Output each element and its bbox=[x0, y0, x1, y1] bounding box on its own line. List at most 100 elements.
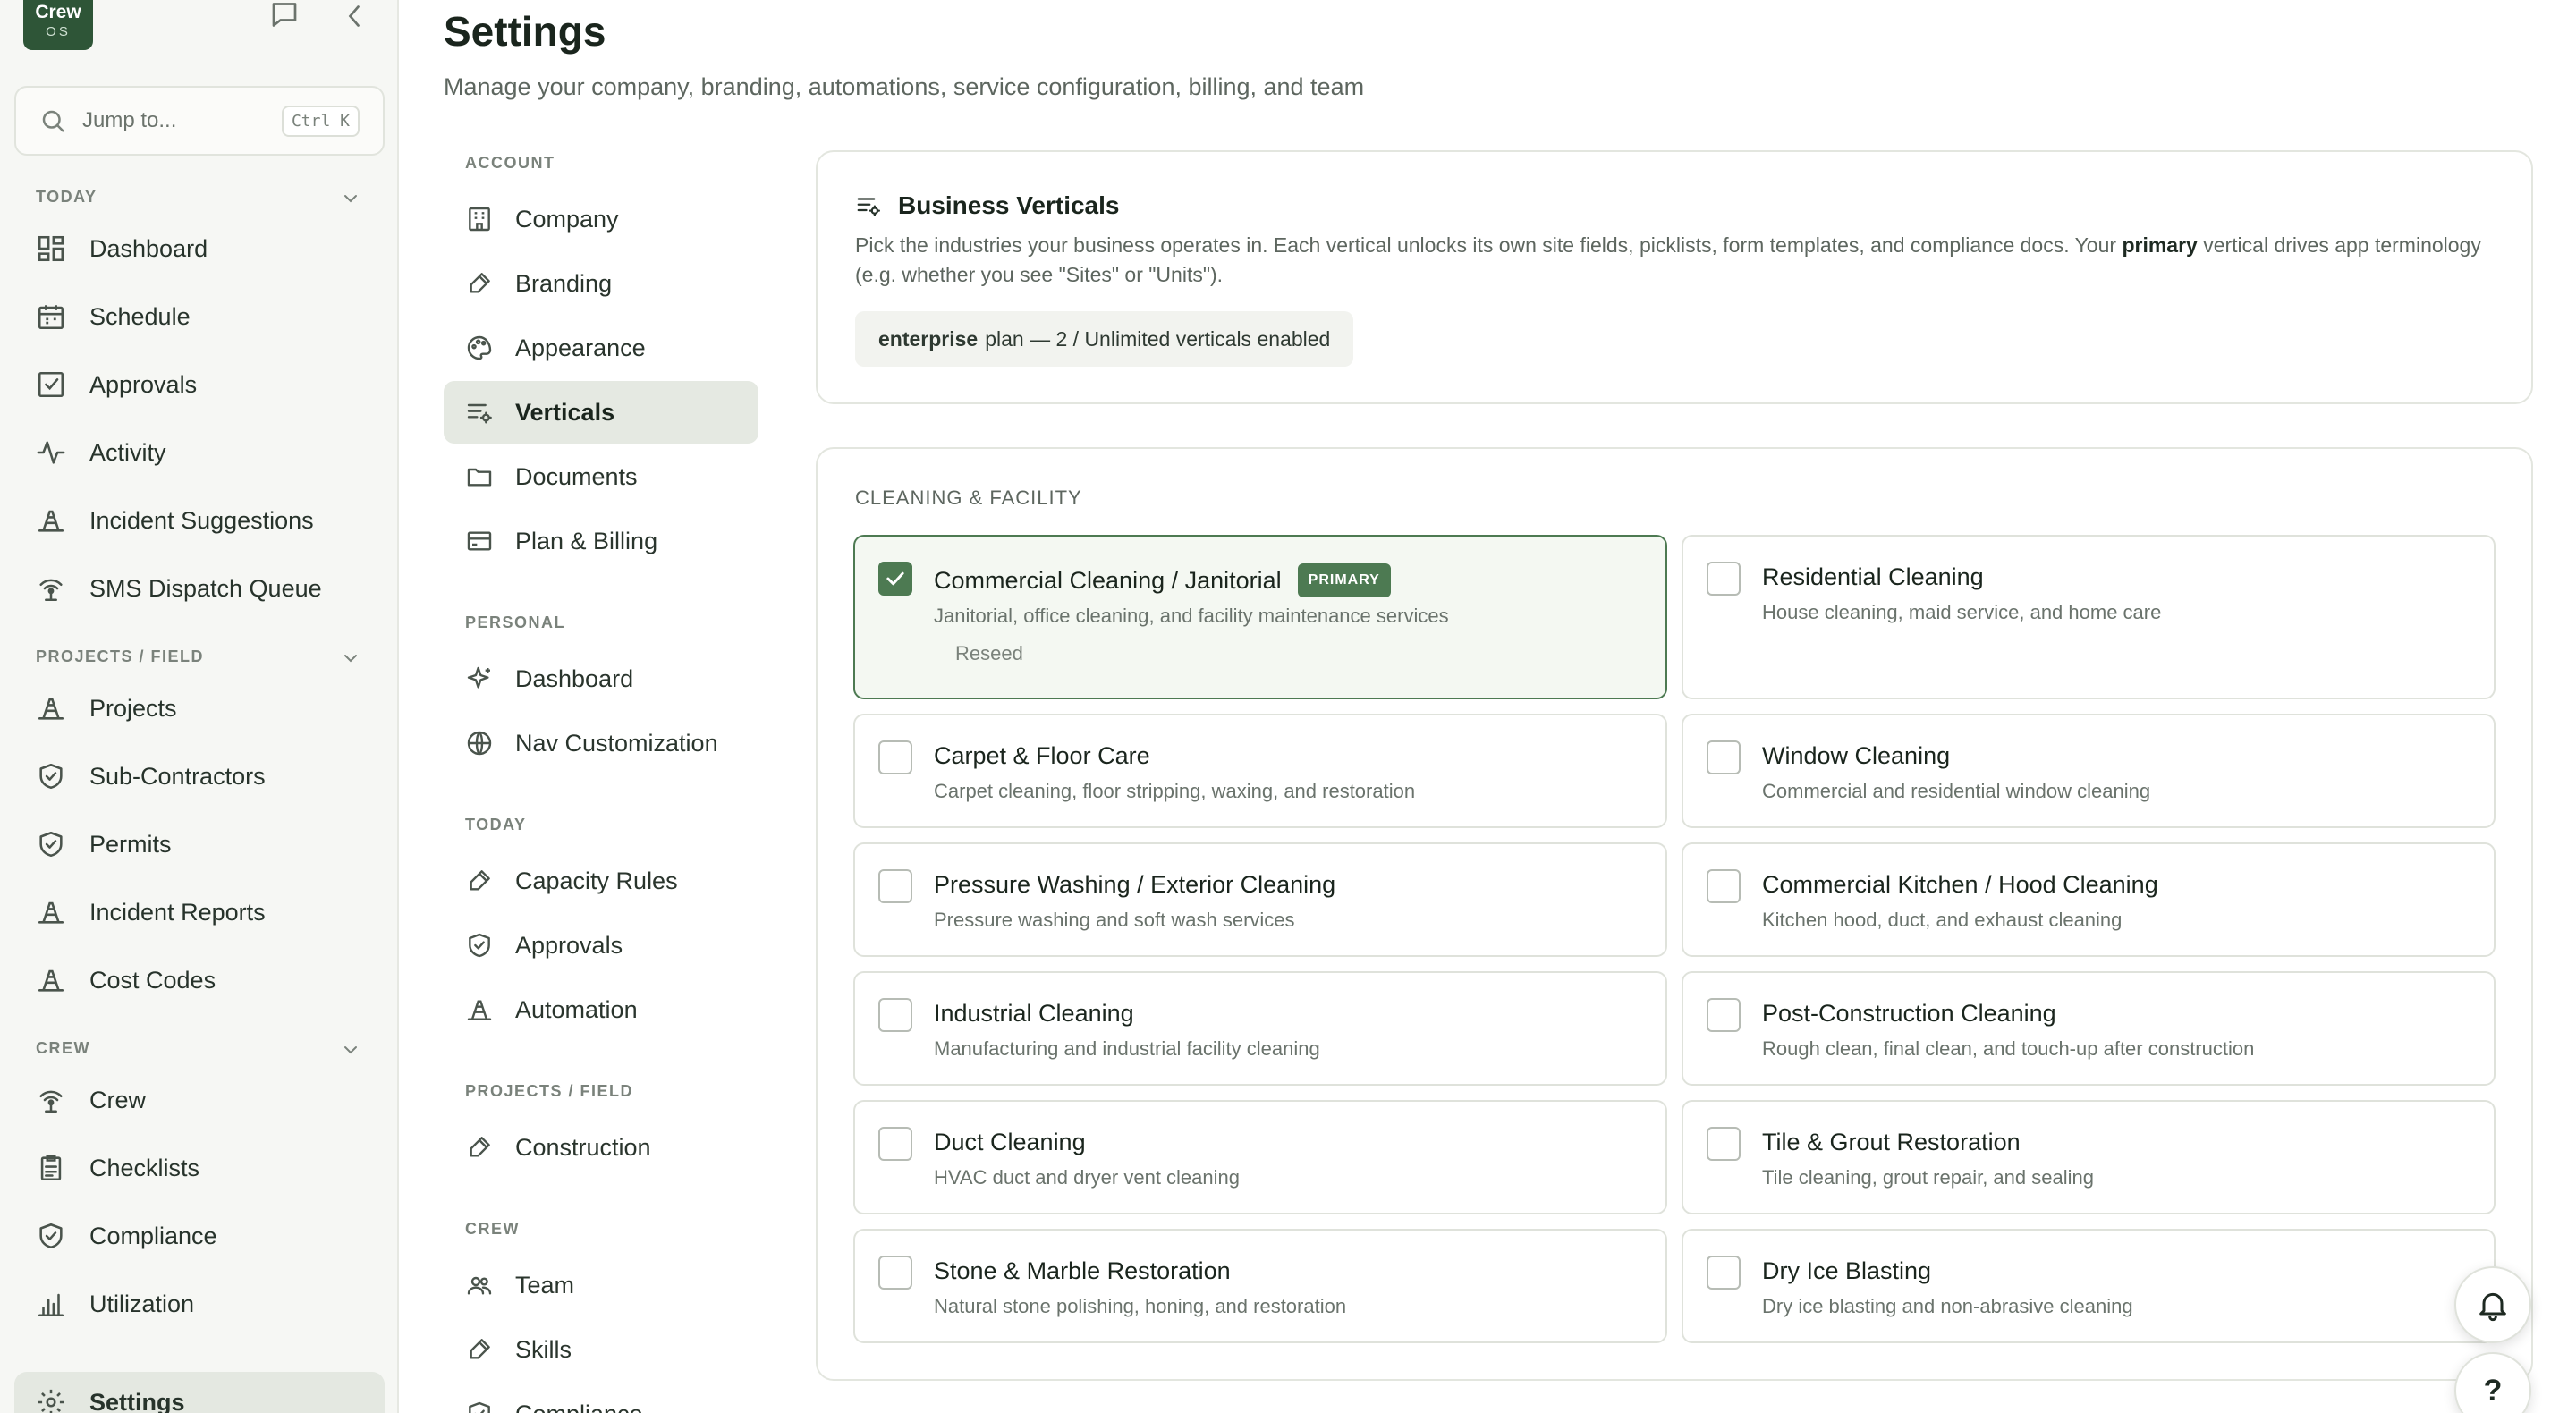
checkbox[interactable] bbox=[878, 1256, 912, 1290]
settings-item-compliance[interactable]: Compliance bbox=[444, 1383, 758, 1413]
settings-item-approvals[interactable]: Approvals bbox=[444, 914, 758, 977]
vertical-tile-pressure-washing[interactable]: Pressure Washing / Exterior Cleaning Pre… bbox=[853, 842, 1667, 957]
sidebar-item-utilization[interactable]: Utilization bbox=[14, 1273, 385, 1334]
vertical-tile-commercial-cleaning[interactable]: Commercial Cleaning / Janitorial PRIMARY … bbox=[853, 535, 1667, 699]
sidebar-item-cost-codes[interactable]: Cost Codes bbox=[14, 950, 385, 1011]
sidebar-section-crew: CREW bbox=[36, 1039, 90, 1057]
vertical-tile-stone-marble[interactable]: Stone & Marble Restoration Natural stone… bbox=[853, 1229, 1667, 1343]
checkbox[interactable] bbox=[878, 998, 912, 1032]
chat-icon[interactable] bbox=[268, 0, 301, 32]
clipboard-icon bbox=[36, 1153, 66, 1183]
checkbox[interactable] bbox=[1707, 1256, 1741, 1290]
sidebar-item-label: Approvals bbox=[89, 370, 198, 398]
vertical-tile-post-construction[interactable]: Post-Construction Cleaning Rough clean, … bbox=[1682, 971, 2496, 1086]
settings-item-appearance[interactable]: Appearance bbox=[444, 317, 758, 379]
vertical-desc: Dry ice blasting and non-abrasive cleani… bbox=[1762, 1295, 2133, 1317]
checkbox[interactable] bbox=[1707, 740, 1741, 774]
sidebar-item-label: Crew bbox=[89, 1086, 147, 1113]
sidebar-item-crew[interactable]: Crew bbox=[14, 1070, 385, 1130]
checkbox[interactable] bbox=[1707, 998, 1741, 1032]
jump-to-search[interactable]: Jump to... Ctrl K bbox=[14, 86, 385, 156]
vertical-tile-kitchen-hood-cleaning[interactable]: Commercial Kitchen / Hood Cleaning Kitch… bbox=[1682, 842, 2496, 957]
checkbox[interactable] bbox=[1707, 869, 1741, 903]
sidebar-item-sub-contractors[interactable]: Sub-Contractors bbox=[14, 746, 385, 807]
sidebar-item-approvals[interactable]: Approvals bbox=[14, 354, 385, 415]
settings-item-label: Plan & Billing bbox=[515, 527, 658, 554]
vertical-tile-window-cleaning[interactable]: Window Cleaning Commercial and residenti… bbox=[1682, 714, 2496, 828]
sparkle-icon bbox=[465, 664, 494, 693]
sidebar-item-activity[interactable]: Activity bbox=[14, 422, 385, 483]
vertical-title-text: Commercial Cleaning / Janitorial bbox=[934, 566, 1282, 594]
vertical-title: Pressure Washing / Exterior Cleaning bbox=[934, 871, 1336, 898]
checkbox[interactable] bbox=[1707, 562, 1741, 596]
vertical-tile-dry-ice-blasting[interactable]: Dry Ice Blasting Dry ice blasting and no… bbox=[1682, 1229, 2496, 1343]
settings-item-automation[interactable]: Automation bbox=[444, 978, 758, 1041]
chevron-down-icon[interactable] bbox=[340, 647, 361, 669]
sidebar-item-dashboard[interactable]: Dashboard bbox=[14, 218, 385, 279]
checkbox[interactable] bbox=[878, 869, 912, 903]
settings-item-branding[interactable]: Branding bbox=[444, 252, 758, 315]
globe-icon bbox=[465, 729, 494, 757]
checkbox[interactable] bbox=[878, 1127, 912, 1161]
collapse-sidebar-icon[interactable] bbox=[338, 0, 370, 32]
card-header: Business Verticals bbox=[855, 191, 1119, 220]
settings-item-plan-billing[interactable]: Plan & Billing bbox=[444, 510, 758, 572]
vertical-title: Industrial Cleaning bbox=[934, 1000, 1134, 1027]
logo-text: Crew bbox=[35, 2, 81, 22]
vertical-tile-carpet-floor-care[interactable]: Carpet & Floor Care Carpet cleaning, flo… bbox=[853, 714, 1667, 828]
plan-text: plan — 2 / Unlimited verticals enabled bbox=[985, 326, 1331, 351]
chevron-down-icon[interactable] bbox=[340, 188, 361, 209]
checkbox[interactable] bbox=[1707, 1127, 1741, 1161]
vertical-desc: Rough clean, final clean, and touch-up a… bbox=[1762, 1037, 2255, 1060]
sidebar-item-checklists[interactable]: Checklists bbox=[14, 1138, 385, 1198]
cone-icon bbox=[36, 693, 66, 723]
cone-icon bbox=[36, 897, 66, 927]
vertical-title: Carpet & Floor Care bbox=[934, 742, 1150, 769]
sidebar-item-settings[interactable]: Settings bbox=[14, 1372, 385, 1413]
desc-bold: primary bbox=[2122, 233, 2198, 257]
sidebar-item-label: Utilization bbox=[89, 1290, 195, 1317]
settings-item-label: Nav Customization bbox=[515, 729, 718, 757]
vertical-tile-duct-cleaning[interactable]: Duct Cleaning HVAC duct and dryer vent c… bbox=[853, 1100, 1667, 1214]
sidebar-item-incident-reports[interactable]: Incident Reports bbox=[14, 882, 385, 943]
shield-icon bbox=[36, 761, 66, 791]
building-icon bbox=[465, 205, 494, 233]
settings-item-company[interactable]: Company bbox=[444, 188, 758, 250]
settings-item-label: Compliance bbox=[515, 1400, 643, 1413]
shield-icon bbox=[465, 1400, 494, 1413]
settings-item-label: Dashboard bbox=[515, 664, 634, 692]
settings-item-capacity-rules[interactable]: Capacity Rules bbox=[444, 850, 758, 912]
notifications-button[interactable] bbox=[2454, 1266, 2531, 1343]
vertical-tile-industrial-cleaning[interactable]: Industrial Cleaning Manufacturing and in… bbox=[853, 971, 1667, 1086]
wrench-icon bbox=[465, 1133, 494, 1162]
settings-item-construction[interactable]: Construction bbox=[444, 1116, 758, 1179]
sidebar-item-compliance[interactable]: Compliance bbox=[14, 1206, 385, 1266]
chevron-down-icon[interactable] bbox=[340, 1039, 361, 1061]
vertical-tile-tile-grout[interactable]: Tile & Grout Restoration Tile cleaning, … bbox=[1682, 1100, 2496, 1214]
settings-item-team[interactable]: Team bbox=[444, 1254, 758, 1316]
vertical-tile-residential-cleaning[interactable]: Residential Cleaning House cleaning, mai… bbox=[1682, 535, 2496, 699]
settings-item-verticals[interactable]: Verticals bbox=[444, 381, 758, 444]
sidebar-item-incident-suggestions[interactable]: Incident Suggestions bbox=[14, 490, 385, 551]
list-settings-icon bbox=[465, 398, 494, 427]
settings-item-personal-dashboard[interactable]: Dashboard bbox=[444, 647, 758, 710]
sidebar-item-projects[interactable]: Projects bbox=[14, 678, 385, 739]
reseed-button[interactable]: Reseed bbox=[955, 642, 1023, 665]
settings-item-nav-customization[interactable]: Nav Customization bbox=[444, 712, 758, 774]
sidebar-item-schedule[interactable]: Schedule bbox=[14, 286, 385, 347]
logo-subtext: OS bbox=[46, 24, 71, 39]
vertical-desc: Manufacturing and industrial facility cl… bbox=[934, 1037, 1320, 1060]
checkbox-checked[interactable] bbox=[878, 562, 912, 596]
vertical-title: Residential Cleaning bbox=[1762, 563, 1984, 590]
app-logo[interactable]: Crew OS bbox=[23, 0, 93, 50]
vertical-desc: HVAC duct and dryer vent cleaning bbox=[934, 1166, 1240, 1189]
vertical-title: Dry Ice Blasting bbox=[1762, 1257, 1932, 1284]
settings-item-documents[interactable]: Documents bbox=[444, 445, 758, 508]
wrench-icon bbox=[465, 867, 494, 895]
sidebar-item-sms-dispatch-queue[interactable]: SMS Dispatch Queue bbox=[14, 558, 385, 619]
sidebar-item-label: SMS Dispatch Queue bbox=[89, 574, 322, 602]
settings-item-skills[interactable]: Skills bbox=[444, 1318, 758, 1381]
cleaning-facility-card: CLEANING & FACILITY Commercial Cleaning … bbox=[816, 447, 2533, 1381]
checkbox[interactable] bbox=[878, 740, 912, 774]
sidebar-item-permits[interactable]: Permits bbox=[14, 814, 385, 875]
